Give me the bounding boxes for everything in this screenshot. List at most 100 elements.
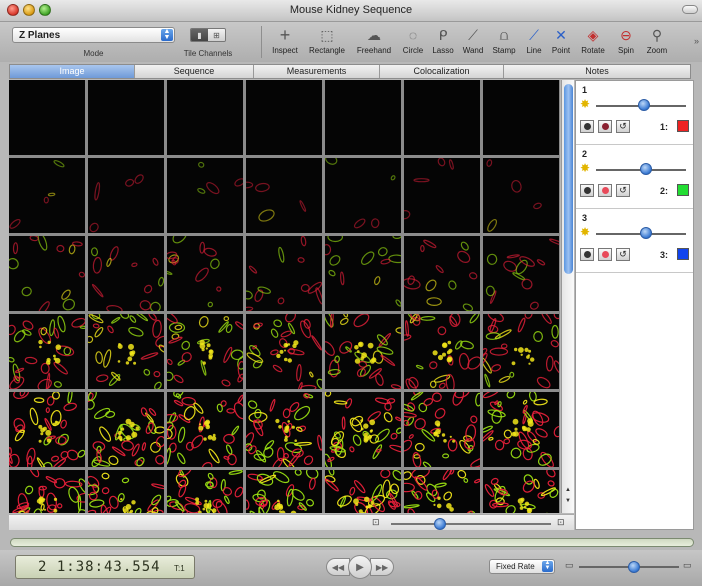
z-plane-tile[interactable] — [404, 236, 480, 311]
z-plane-tile[interactable] — [167, 470, 243, 513]
scroll-down-arrow-icon[interactable]: ▼ — [562, 497, 574, 506]
z-plane-tile[interactable] — [483, 158, 559, 233]
z-plane-tile[interactable] — [404, 314, 480, 389]
z-plane-tile-grid[interactable] — [9, 80, 560, 513]
z-plane-tile[interactable] — [483, 236, 559, 311]
z-plane-tile[interactable] — [167, 392, 243, 467]
z-plane-tile[interactable] — [404, 80, 480, 155]
line-tool-icon: ⟋ — [529, 27, 539, 43]
brightness-slider-knob[interactable] — [639, 227, 652, 239]
z-plane-tile[interactable] — [325, 158, 401, 233]
z-plane-tile[interactable] — [167, 314, 243, 389]
speed-slider-knob[interactable] — [628, 561, 640, 573]
record-dot-icon — [601, 123, 609, 130]
rectangle-tool-button[interactable]: ⬚ Rectangle — [305, 24, 349, 60]
tab-notes[interactable]: Notes — [504, 65, 690, 78]
tile-channels-toggle[interactable]: ▮ ⊞ — [190, 28, 226, 42]
rotate-tool-button[interactable]: ◈ Rotate — [576, 24, 610, 60]
channel-visibility-button[interactable] — [580, 120, 594, 133]
channel-record-button[interactable] — [598, 184, 612, 197]
channel-reset-button[interactable]: ↺ — [616, 248, 630, 261]
play-button[interactable]: ▶ — [348, 555, 372, 579]
channel-reset-button[interactable]: ↺ — [616, 184, 630, 197]
z-plane-tile[interactable] — [88, 236, 164, 311]
z-plane-tile[interactable] — [325, 80, 401, 155]
z-plane-tile[interactable] — [325, 236, 401, 311]
mode-select[interactable]: Z Planes ▲ ▼ — [12, 27, 175, 43]
wand-tool-button[interactable]: ⟋ Wand — [459, 24, 487, 60]
z-plane-tile[interactable] — [9, 314, 85, 389]
z-plane-tile[interactable] — [167, 158, 243, 233]
toolbar-toggle-button[interactable] — [682, 5, 698, 14]
z-plane-tile[interactable] — [404, 392, 480, 467]
tab-image[interactable]: Image — [10, 65, 135, 78]
z-plane-tile[interactable] — [9, 80, 85, 155]
tile-size-control: ⊡ ⊡ — [9, 514, 574, 530]
channel-color-swatch[interactable] — [677, 184, 689, 196]
scrollbar-thumb[interactable] — [564, 84, 573, 274]
z-plane-tile[interactable] — [325, 470, 401, 513]
channel-record-button[interactable] — [598, 248, 612, 261]
z-plane-tile[interactable] — [483, 470, 559, 513]
circle-tool-button[interactable]: ◌ Circle — [399, 24, 427, 60]
z-plane-tile[interactable] — [167, 80, 243, 155]
zoom-tool-button[interactable]: ⚲ Zoom — [642, 24, 672, 60]
channel-visibility-button[interactable] — [580, 248, 594, 261]
stamp-icon: ⩍ — [499, 27, 509, 43]
z-plane-tile[interactable] — [9, 470, 85, 513]
z-plane-tile[interactable] — [88, 314, 164, 389]
tab-colocalization[interactable]: Colocalization — [380, 65, 504, 78]
z-plane-tile[interactable] — [246, 392, 322, 467]
channel-number: 1 — [582, 85, 588, 95]
channel-color-label: 1: — [660, 122, 669, 132]
z-plane-tile[interactable] — [88, 158, 164, 233]
channel-record-button[interactable] — [598, 120, 612, 133]
channel-color-swatch[interactable] — [677, 120, 689, 132]
single-view-icon[interactable]: ▮ — [191, 29, 208, 41]
z-plane-tile[interactable] — [325, 392, 401, 467]
point-tool-button[interactable]: ✕ Point — [548, 24, 574, 60]
tile-size-slider-track[interactable] — [391, 523, 551, 525]
z-plane-tile[interactable] — [167, 236, 243, 311]
channel-reset-button[interactable]: ↺ — [616, 120, 630, 133]
freehand-tool-button[interactable]: ☁ Freehand — [351, 24, 397, 60]
z-plane-tile[interactable] — [404, 470, 480, 513]
tab-sequence[interactable]: Sequence — [135, 65, 254, 78]
z-plane-tile[interactable] — [88, 80, 164, 155]
line-tool-button[interactable]: ⟋ Line — [522, 24, 546, 60]
z-plane-tile[interactable] — [88, 392, 164, 467]
z-plane-tile[interactable] — [88, 470, 164, 513]
channel-color-swatch[interactable] — [677, 248, 689, 260]
previous-frame-button[interactable]: ◀◀ — [326, 558, 350, 576]
z-plane-tile[interactable] — [483, 392, 559, 467]
z-plane-tile[interactable] — [9, 236, 85, 311]
lasso-tool-button[interactable]: ᑭ Lasso — [429, 24, 457, 60]
playback-progress-track[interactable] — [10, 538, 694, 547]
next-frame-button[interactable]: ▶▶ — [370, 558, 394, 576]
tab-measurements[interactable]: Measurements — [254, 65, 380, 78]
z-plane-tile[interactable] — [246, 314, 322, 389]
spin-tool-button[interactable]: ⊖ Spin — [612, 24, 640, 60]
z-plane-tile[interactable] — [325, 314, 401, 389]
z-plane-tile[interactable] — [246, 158, 322, 233]
z-plane-tile[interactable] — [404, 158, 480, 233]
tile-view-icon[interactable]: ⊞ — [208, 29, 225, 41]
image-vertical-scrollbar[interactable]: ▲ ▼ — [561, 80, 574, 513]
brightness-slider-knob[interactable] — [639, 163, 652, 175]
toolbar-overflow-icon[interactable]: » — [694, 36, 699, 46]
inspect-tool-button[interactable]: + Inspect — [268, 24, 302, 60]
scroll-up-arrow-icon[interactable]: ▲ — [562, 486, 574, 495]
rate-select[interactable]: Fixed Rate ▲ ▼ — [489, 559, 555, 574]
channel-visibility-button[interactable] — [580, 184, 594, 197]
z-plane-tile[interactable] — [9, 158, 85, 233]
z-plane-tile[interactable] — [9, 392, 85, 467]
z-plane-tile[interactable] — [246, 236, 322, 311]
z-plane-tile[interactable] — [483, 80, 559, 155]
z-plane-tile[interactable] — [483, 314, 559, 389]
z-plane-tile[interactable] — [246, 80, 322, 155]
brightness-slider-knob[interactable] — [637, 99, 650, 111]
tile-size-slider-knob[interactable] — [434, 518, 446, 530]
brightness-sun-icon: ✸ — [580, 161, 591, 175]
z-plane-tile[interactable] — [246, 470, 322, 513]
stamp-tool-button[interactable]: ⩍ Stamp — [489, 24, 519, 60]
